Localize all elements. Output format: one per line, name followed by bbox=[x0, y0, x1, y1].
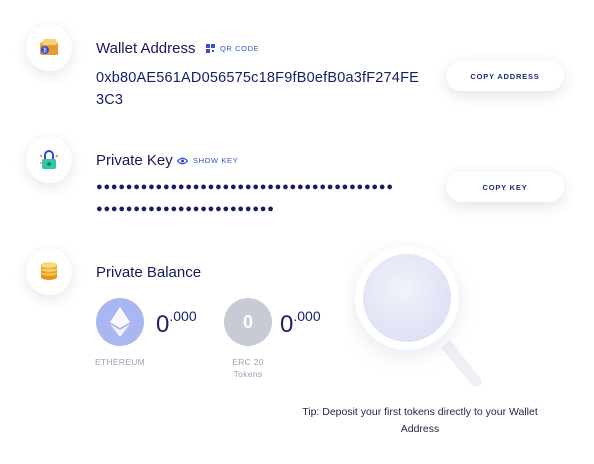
erc20-balance-dec: .000 bbox=[293, 308, 321, 324]
erc20-balance-int: 0 bbox=[280, 311, 294, 338]
qr-code-icon bbox=[206, 44, 215, 53]
wallet-icon: ₿ bbox=[40, 39, 58, 55]
ethereum-icon bbox=[110, 307, 130, 337]
padlock-icon-badge bbox=[26, 137, 72, 183]
private-balance-title: Private Balance bbox=[96, 264, 202, 281]
wallet-address-value: 0xb80AE561AD056575c18F9fB0efB0a3fF274FE3… bbox=[96, 70, 419, 108]
coin-stack-icon-badge bbox=[26, 249, 72, 295]
ethereum-balance-dec: .000 bbox=[169, 308, 197, 324]
copy-address-button[interactable]: COPY ADDRESS bbox=[446, 61, 564, 91]
coin-stack-icon bbox=[41, 262, 57, 280]
wallet-icon-badge: ₿ bbox=[26, 25, 72, 71]
erc20-glyph: 0 bbox=[242, 311, 253, 332]
show-key-label: SHOW KEY bbox=[193, 156, 239, 165]
ethereum-balance: 0.000 bbox=[156, 308, 197, 339]
erc20-balance: 0.000 bbox=[280, 308, 321, 339]
svg-text:₿: ₿ bbox=[43, 47, 47, 54]
masked-key-line-2: ●●●●●●●●●●●●●●●●●●●●●●●● bbox=[96, 203, 275, 215]
qr-code-link[interactable]: QR CODE bbox=[206, 44, 259, 53]
qr-code-label: QR CODE bbox=[220, 44, 260, 53]
erc20-coin: 0 bbox=[224, 298, 272, 346]
tip-text: Tip: Deposit your first tokens directly … bbox=[302, 406, 538, 435]
masked-key-line-1: ●●●●●●●●●●●●●●●●●●●●●●●●●●●●●●●●●●●●●●●● bbox=[96, 181, 394, 193]
ethereum-label: ETHEREUM bbox=[94, 357, 146, 367]
magnifier-icon bbox=[355, 246, 482, 387]
erc20-label: ERC 20 Tokens bbox=[232, 357, 264, 379]
ethereum-balance-int: 0 bbox=[156, 311, 170, 338]
private-key-title: Private Key bbox=[96, 152, 173, 169]
wallet-address-title: Wallet Address bbox=[96, 40, 196, 57]
ethereum-coin bbox=[96, 298, 144, 346]
copy-key-button[interactable]: COPY KEY bbox=[446, 172, 564, 202]
eye-icon bbox=[177, 157, 188, 164]
show-key-link[interactable]: SHOW KEY bbox=[177, 156, 238, 165]
padlock-icon bbox=[39, 150, 59, 169]
